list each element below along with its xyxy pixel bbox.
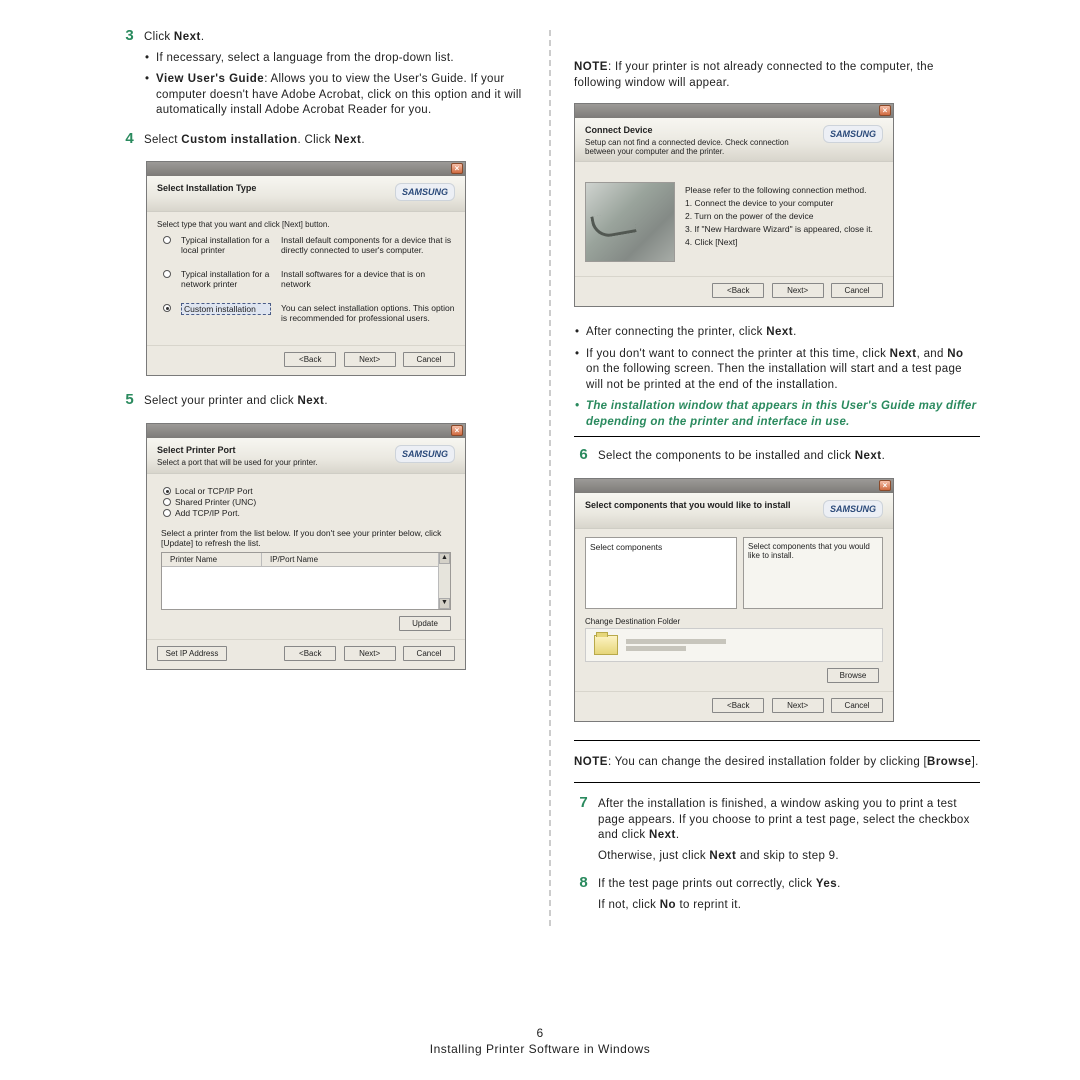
cancel-button[interactable]: Cancel (403, 352, 455, 367)
next-button[interactable]: Next> (772, 283, 824, 298)
path-placeholder (626, 637, 726, 653)
cancel-button[interactable]: Cancel (403, 646, 455, 661)
step-3-number: 3 (120, 27, 144, 125)
dialog-title: Connect Device (585, 125, 653, 135)
printer-list[interactable]: Printer Name IP/Port Name ▲ ▼ (161, 552, 451, 610)
bullet-skip-connect: If you don't want to connect the printer… (586, 347, 980, 394)
dialog-connect-device: × Connect Device Setup can not find a co… (574, 103, 894, 307)
radio-add-tcpip[interactable] (163, 509, 171, 517)
next-button[interactable]: Next> (344, 646, 396, 661)
horizontal-rule (574, 740, 980, 741)
step-8-number: 8 (574, 874, 598, 918)
back-button[interactable]: <Back (712, 698, 764, 713)
step-5-number: 5 (120, 391, 144, 415)
horizontal-rule (574, 436, 980, 437)
close-icon[interactable]: × (451, 425, 463, 436)
dialog-title: Select Printer Port (157, 445, 236, 455)
samsung-logo: SAMSUNG (395, 445, 455, 463)
note-not-connected: NOTE: If your printer is not already con… (574, 60, 980, 91)
step-3-line: Click Next. (144, 30, 526, 46)
column-divider (549, 30, 551, 926)
components-description: Select components that you would like to… (743, 537, 883, 609)
right-column: NOTE: If your printer is not already con… (574, 30, 980, 926)
dialog-title: Select components that you would like to… (585, 500, 791, 510)
dialog-install-type: × Select Installation Type SAMSUNG Selec… (146, 161, 466, 376)
cancel-button[interactable]: Cancel (831, 698, 883, 713)
next-button[interactable]: Next> (772, 698, 824, 713)
step-4-number: 4 (120, 130, 144, 154)
close-icon[interactable]: × (879, 480, 891, 491)
set-ip-button[interactable]: Set IP Address (157, 646, 227, 661)
bullet-after-connect: After connecting the printer, click Next… (586, 325, 980, 341)
step-6-number: 6 (574, 446, 598, 470)
page-footer: 6 Installing Printer Software in Windows (0, 1026, 1080, 1056)
dialog-instruction: Select type that you want and click [Nex… (157, 220, 455, 229)
samsung-logo: SAMSUNG (823, 500, 883, 518)
step-3-bullet-2: View User's Guide: Allows you to view th… (156, 72, 526, 119)
connection-image (585, 182, 675, 262)
page-number: 6 (0, 1026, 1080, 1040)
scroll-down-icon[interactable]: ▼ (439, 598, 450, 609)
radio-typical-local[interactable] (163, 236, 171, 244)
left-column: 3 Click Next. If necessary, select a lan… (120, 30, 526, 926)
step-4-line: Select Custom installation. Click Next. (144, 133, 526, 149)
close-icon[interactable]: × (451, 163, 463, 174)
radio-typical-network[interactable] (163, 270, 171, 278)
col-printer-name: Printer Name (162, 553, 262, 566)
step-8-line-2: If not, click No to reprint it. (598, 898, 980, 914)
back-button[interactable]: <Back (712, 283, 764, 298)
step-7-line-2: Otherwise, just click Next and skip to s… (598, 849, 980, 865)
step-7-line: After the installation is finished, a wi… (598, 797, 980, 844)
step-6-line: Select the components to be installed an… (598, 449, 980, 465)
folder-icon (594, 635, 618, 655)
dialog-title: Select Installation Type (157, 183, 256, 193)
destination-label: Change Destination Folder (585, 617, 883, 626)
cancel-button[interactable]: Cancel (831, 283, 883, 298)
step-7-number: 7 (574, 794, 598, 869)
col-ip-port: IP/Port Name (262, 553, 450, 566)
radio-shared-unc[interactable] (163, 498, 171, 506)
horizontal-rule (574, 782, 980, 783)
update-button[interactable]: Update (399, 616, 451, 631)
connection-steps: Please refer to the following connection… (685, 182, 883, 262)
dialog-printer-port: × Select Printer Port Select a port that… (146, 423, 466, 670)
browse-button[interactable]: Browse (827, 668, 879, 683)
back-button[interactable]: <Back (284, 646, 336, 661)
back-button[interactable]: <Back (284, 352, 336, 367)
radio-custom[interactable] (163, 304, 171, 312)
samsung-logo: SAMSUNG (823, 125, 883, 143)
scroll-up-icon[interactable]: ▲ (439, 553, 450, 564)
step-8-line: If the test page prints out correctly, c… (598, 877, 980, 893)
port-instruction: Select a printer from the list below. If… (161, 528, 451, 548)
bullet-window-may-differ: The installation window that appears in … (586, 399, 980, 430)
samsung-logo: SAMSUNG (395, 183, 455, 201)
step-5-line: Select your printer and click Next. (144, 394, 526, 410)
radio-local-port[interactable] (163, 487, 171, 495)
close-icon[interactable]: × (879, 105, 891, 116)
next-button[interactable]: Next> (344, 352, 396, 367)
note-browse: NOTE: You can change the desired install… (574, 755, 980, 771)
step-3-bullet-1: If necessary, select a language from the… (156, 51, 526, 67)
footer-title: Installing Printer Software in Windows (0, 1042, 1080, 1056)
components-list[interactable]: Select components (585, 537, 737, 609)
scrollbar[interactable]: ▲ ▼ (438, 553, 450, 609)
dialog-select-components: × Select components that you would like … (574, 478, 894, 722)
